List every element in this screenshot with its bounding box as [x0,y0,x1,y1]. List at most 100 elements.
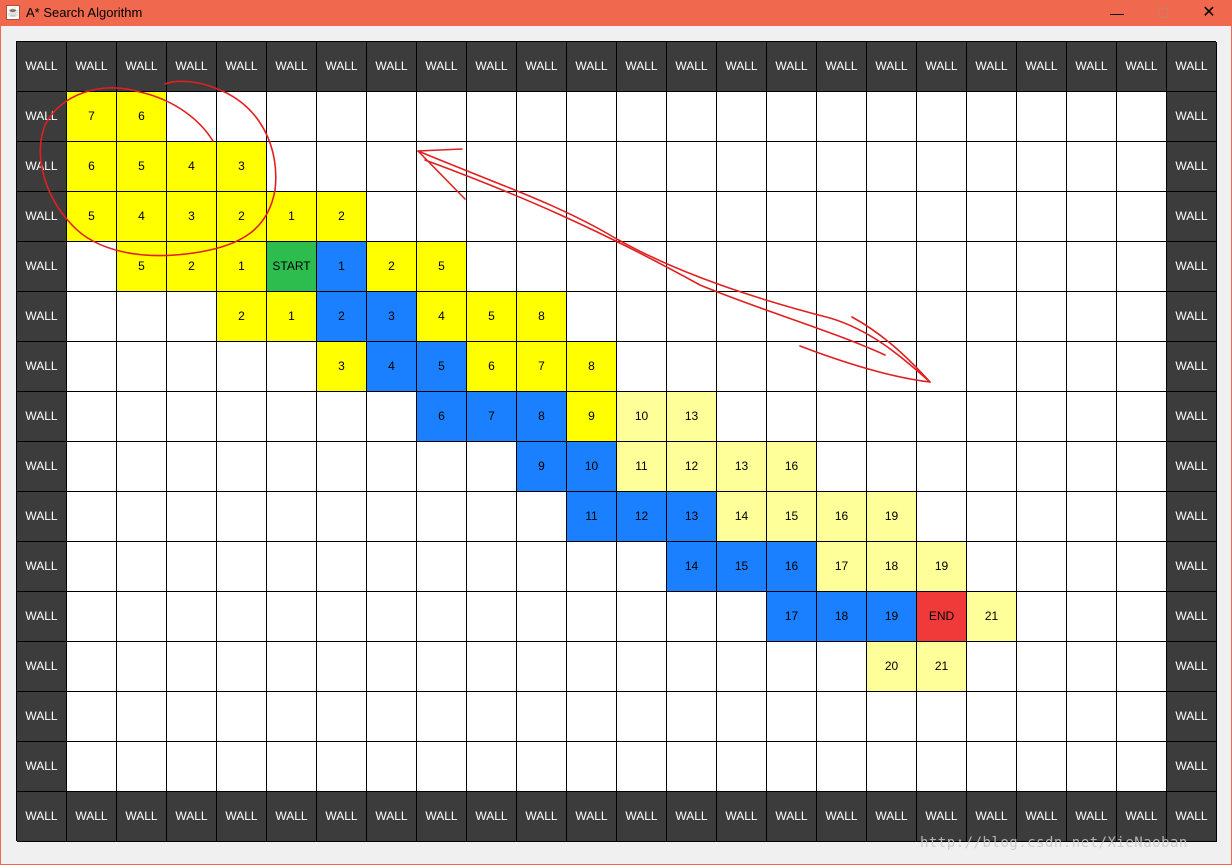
grid-cell-wall[interactable]: WALL [617,792,667,842]
grid-cell-closed[interactable]: 7 [67,92,117,142]
grid-cell-empty[interactable] [617,292,667,342]
grid-cell-wall[interactable]: WALL [517,42,567,92]
grid-cell-closed[interactable]: 6 [117,92,167,142]
grid-cell-wall[interactable]: WALL [1167,342,1217,392]
grid-cell-empty[interactable] [917,342,967,392]
grid-cell-empty[interactable] [267,442,317,492]
grid-cell-open[interactable]: 17 [817,542,867,592]
grid-cell-wall[interactable]: WALL [17,592,67,642]
grid-cell-empty[interactable] [317,92,367,142]
grid-cell-empty[interactable] [1017,242,1067,292]
grid-cell-empty[interactable] [817,92,867,142]
grid-cell-empty[interactable] [67,692,117,742]
grid-cell-wall[interactable]: WALL [1017,42,1067,92]
grid-cell-empty[interactable] [1117,492,1167,542]
grid-cell-empty[interactable] [417,92,467,142]
grid-cell-empty[interactable] [417,642,467,692]
grid-cell-empty[interactable] [967,692,1017,742]
grid-cell-open[interactable]: 19 [917,542,967,592]
grid-cell-empty[interactable] [667,342,717,392]
grid-cell-empty[interactable] [1017,292,1067,342]
grid-cell-empty[interactable] [817,442,867,492]
grid-cell-wall[interactable]: WALL [1167,592,1217,642]
grid-cell-wall[interactable]: WALL [67,792,117,842]
grid-cell-empty[interactable] [967,92,1017,142]
grid-cell-empty[interactable] [1117,392,1167,442]
grid-cell-closed[interactable]: 4 [167,142,217,192]
grid-cell-empty[interactable] [317,542,367,592]
grid-cell-empty[interactable] [367,142,417,192]
grid-cell-empty[interactable] [1117,292,1167,342]
grid-cell-closed[interactable]: 8 [517,292,567,342]
grid-cell-empty[interactable] [567,192,617,242]
grid-cell-closed[interactable]: 3 [167,192,217,242]
grid-cell-wall[interactable]: WALL [117,42,167,92]
grid-cell-path[interactable]: 14 [667,542,717,592]
grid-cell-empty[interactable] [317,392,367,442]
grid-cell-wall[interactable]: WALL [17,342,67,392]
grid-cell-wall[interactable]: WALL [817,792,867,842]
grid-cell-wall[interactable]: WALL [417,42,467,92]
grid-cell-empty[interactable] [1117,92,1167,142]
grid-cell-empty[interactable] [167,442,217,492]
grid-cell-empty[interactable] [217,342,267,392]
grid-cell-empty[interactable] [567,692,617,742]
grid-cell-empty[interactable] [467,242,517,292]
grid-cell-empty[interactable] [367,92,417,142]
grid-cell-closed[interactable]: 2 [167,242,217,292]
grid-cell-empty[interactable] [317,592,367,642]
grid-cell-path[interactable]: 19 [867,592,917,642]
grid-cell-empty[interactable] [717,192,767,242]
grid-cell-wall[interactable]: WALL [1167,192,1217,242]
grid-cell-empty[interactable] [317,692,367,742]
grid-cell-empty[interactable] [467,742,517,792]
grid-cell-empty[interactable] [217,92,267,142]
grid-cell-empty[interactable] [467,642,517,692]
grid-cell-wall[interactable]: WALL [967,42,1017,92]
grid-cell-wall[interactable]: WALL [517,792,567,842]
grid-cell-empty[interactable] [117,292,167,342]
grid-cell-wall[interactable]: WALL [17,392,67,442]
grid-cell-empty[interactable] [1017,692,1067,742]
grid-cell-empty[interactable] [817,192,867,242]
grid-cell-closed[interactable]: 2 [217,292,267,342]
grid-cell-open[interactable]: 20 [867,642,917,692]
grid-cell-empty[interactable] [117,392,167,442]
grid-cell-empty[interactable] [1017,142,1067,192]
grid-cell-wall[interactable]: WALL [1167,542,1217,592]
grid-cell-empty[interactable] [167,592,217,642]
grid-cell-empty[interactable] [117,542,167,592]
grid-cell-wall[interactable]: WALL [867,42,917,92]
grid-cell-empty[interactable] [417,742,467,792]
grid-cell-empty[interactable] [567,542,617,592]
grid-cell-empty[interactable] [317,642,367,692]
grid-cell-empty[interactable] [967,742,1017,792]
grid-cell-empty[interactable] [367,392,417,442]
grid-cell-empty[interactable] [717,92,767,142]
grid-cell-open[interactable]: 16 [767,442,817,492]
grid-cell-empty[interactable] [167,542,217,592]
close-button[interactable]: ✕ [1186,0,1232,26]
grid-cell-empty[interactable] [817,292,867,342]
grid-cell-path[interactable]: 11 [567,492,617,542]
grid-cell-empty[interactable] [1067,192,1117,242]
grid-cell-empty[interactable] [217,642,267,692]
grid-cell-empty[interactable] [767,642,817,692]
grid-cell-closed[interactable]: 3 [317,342,367,392]
grid-cell-wall[interactable]: WALL [317,792,367,842]
grid-cell-wall[interactable]: WALL [467,42,517,92]
grid-cell-empty[interactable] [1017,192,1067,242]
grid-cell-empty[interactable] [667,192,717,242]
grid-cell-empty[interactable] [917,242,967,292]
grid-cell-open[interactable]: 14 [717,492,767,542]
grid-cell-wall[interactable]: WALL [1167,442,1217,492]
grid-cell-empty[interactable] [817,692,867,742]
grid-cell-closed[interactable]: 5 [117,242,167,292]
grid-cell-wall[interactable]: WALL [367,792,417,842]
grid-cell-wall[interactable]: WALL [1167,692,1217,742]
grid-cell-empty[interactable] [267,492,317,542]
grid-cell-wall[interactable]: WALL [1167,92,1217,142]
grid-cell-empty[interactable] [917,492,967,542]
grid-cell-closed[interactable]: 9 [567,392,617,442]
grid-cell-wall[interactable]: WALL [17,792,67,842]
